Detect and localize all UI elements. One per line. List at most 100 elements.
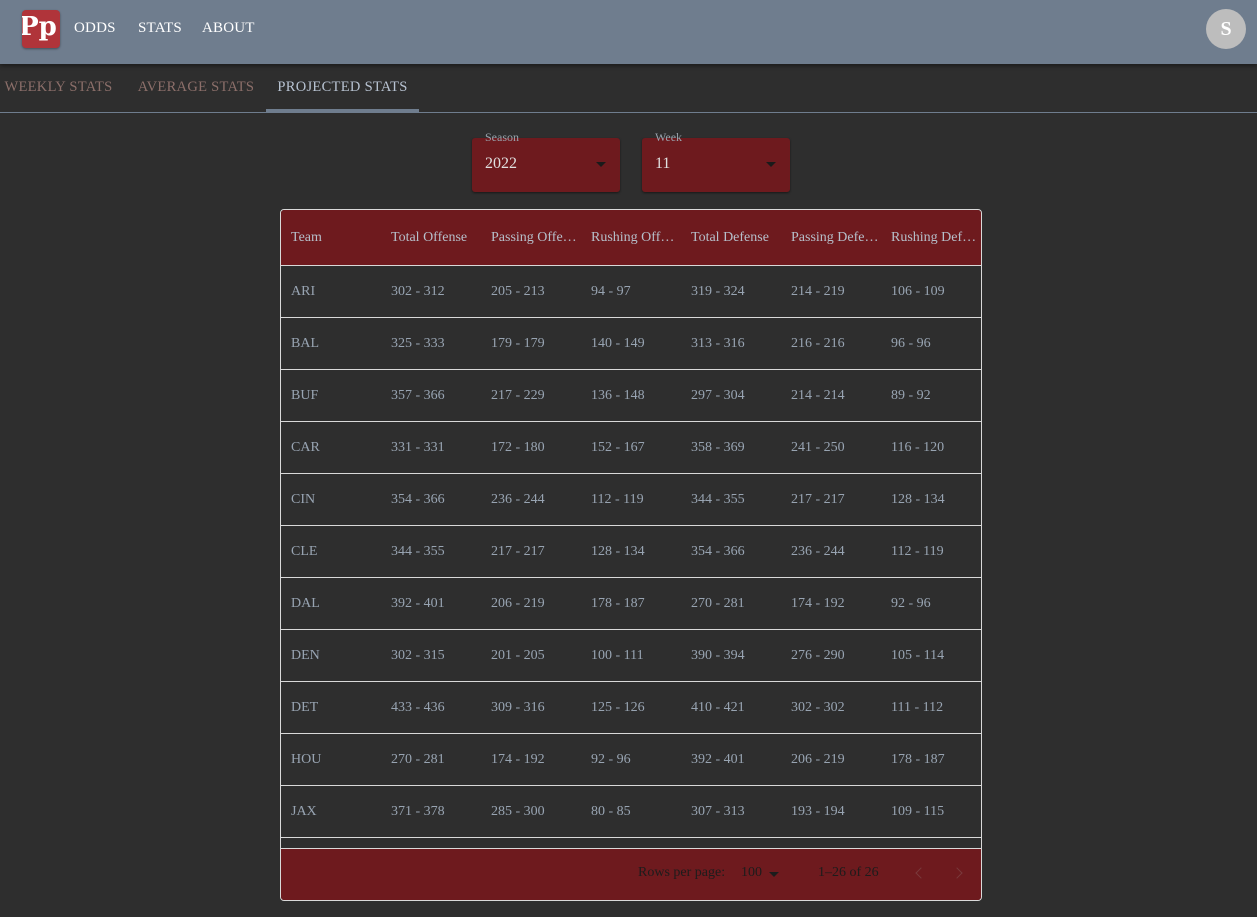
previous-page-button[interactable] bbox=[907, 861, 931, 885]
rows-per-page-select[interactable]: 100 bbox=[741, 865, 785, 885]
cell-rushing-offense: 152 - 167 bbox=[591, 440, 645, 455]
chevron-left-icon bbox=[915, 867, 927, 879]
cell-team: CIN bbox=[291, 492, 316, 507]
cell-total-offense: 371 - 378 bbox=[391, 804, 445, 819]
cell-rushing-offense: 92 - 96 bbox=[591, 752, 631, 767]
table-row[interactable]: CLE 344 - 355 217 - 217 128 - 134 354 - 366 2… bbox=[281, 526, 981, 578]
projected-stats-table: Team Total Offense Passing Offe… Rushing… bbox=[280, 209, 982, 901]
table-row[interactable]: JAX 371 - 378 285 - 300 80 - 85 307 - 313 193… bbox=[281, 786, 981, 838]
column-header-rushing-defense[interactable]: Rushing Def… bbox=[891, 210, 979, 266]
table-row[interactable]: BAL 325 - 333 179 - 179 140 - 149 313 - 316 2… bbox=[281, 318, 981, 370]
cell-rushing-defense: 116 - 120 bbox=[891, 440, 945, 455]
cell-passing-offense: 179 - 179 bbox=[491, 336, 545, 351]
season-label: Season bbox=[485, 130, 519, 144]
column-header-passing-offense[interactable]: Passing Offe… bbox=[491, 210, 579, 266]
cell-total-defense: 358 - 369 bbox=[691, 440, 745, 455]
table-row[interactable]: ARI 302 - 312 205 - 213 94 - 97 319 - 324 214… bbox=[281, 266, 981, 318]
tab-average-stats[interactable]: AVERAGE STATS bbox=[126, 64, 266, 112]
cell-passing-defense: 302 - 302 bbox=[791, 700, 845, 715]
cell-passing-defense: 214 - 219 bbox=[791, 284, 845, 299]
cell-team: HOU bbox=[291, 752, 322, 767]
cell-total-defense: 344 - 355 bbox=[691, 492, 745, 507]
cell-rushing-offense: 140 - 149 bbox=[591, 336, 645, 351]
cell-total-defense: 390 - 394 bbox=[691, 648, 745, 663]
column-header-passing-defense[interactable]: Passing Defe… bbox=[791, 210, 879, 266]
cell-total-offense: 270 - 281 bbox=[391, 752, 445, 767]
table-row[interactable]: DEN 302 - 315 201 - 205 100 - 111 390 - 394 2… bbox=[281, 630, 981, 682]
table-footer: Rows per page: 100 1–26 of 26 bbox=[281, 848, 981, 900]
cell-total-defense: 392 - 401 bbox=[691, 752, 745, 767]
table-row[interactable]: CIN 354 - 366 236 - 244 112 - 119 344 - 355 2… bbox=[281, 474, 981, 526]
cell-rushing-offense: 178 - 187 bbox=[591, 596, 645, 611]
week-select[interactable]: Week 11 bbox=[642, 130, 790, 192]
table-row[interactable]: CAR 331 - 331 172 - 180 152 - 167 358 - 369 2… bbox=[281, 422, 981, 474]
nav-stats[interactable]: STATS bbox=[138, 20, 182, 37]
cell-total-offense: 354 - 366 bbox=[391, 492, 445, 507]
cell-total-defense: 410 - 421 bbox=[691, 700, 745, 715]
tab-projected-stats[interactable]: PROJECTED STATS bbox=[266, 64, 419, 112]
cell-total-defense: 307 - 313 bbox=[691, 804, 745, 819]
cell-total-defense: 270 - 281 bbox=[691, 596, 745, 611]
nav-odds[interactable]: ODDS bbox=[74, 20, 116, 37]
cell-passing-offense: 217 - 229 bbox=[491, 388, 545, 403]
table-header: Team Total Offense Passing Offe… Rushing… bbox=[281, 210, 981, 266]
week-label: Week bbox=[655, 130, 683, 144]
cell-total-defense: 297 - 304 bbox=[691, 388, 745, 403]
rows-per-page-label: Rows per page: bbox=[638, 865, 726, 880]
column-header-total-defense[interactable]: Total Defense bbox=[691, 210, 779, 266]
week-value: 11 bbox=[655, 155, 671, 172]
chevron-right-icon bbox=[951, 867, 963, 879]
cell-team: CAR bbox=[291, 440, 320, 455]
stats-tabs: WEEKLY STATS AVERAGE STATS PROJECTED STA… bbox=[0, 64, 1257, 113]
column-header-rushing-offense[interactable]: Rushing Offe… bbox=[591, 210, 679, 266]
cell-passing-offense: 201 - 205 bbox=[491, 648, 545, 663]
cell-rushing-offense: 112 - 119 bbox=[591, 492, 644, 507]
cell-rushing-defense: 128 - 134 bbox=[891, 492, 945, 507]
cell-total-defense: 354 - 366 bbox=[691, 544, 745, 559]
column-header-team[interactable]: Team bbox=[291, 210, 379, 266]
cell-passing-defense: 241 - 250 bbox=[791, 440, 845, 455]
app-bar: Pp ODDS STATS ABOUT S bbox=[0, 0, 1257, 64]
cell-total-defense: 313 - 316 bbox=[691, 336, 745, 351]
cell-rushing-offense: 136 - 148 bbox=[591, 388, 645, 403]
caret-down-icon bbox=[766, 162, 776, 167]
cell-rushing-defense: 106 - 109 bbox=[891, 284, 945, 299]
table-body[interactable]: ARI 302 - 312 205 - 213 94 - 97 319 - 324 214… bbox=[281, 266, 981, 848]
cell-team: BUF bbox=[291, 388, 319, 403]
cell-passing-offense: 236 - 244 bbox=[491, 492, 545, 507]
cell-passing-defense: 214 - 214 bbox=[791, 388, 845, 403]
cell-rushing-defense: 112 - 119 bbox=[891, 544, 944, 559]
cell-team: JAX bbox=[291, 804, 317, 819]
season-select[interactable]: Season 2022 bbox=[472, 130, 620, 192]
cell-total-offense: 302 - 312 bbox=[391, 284, 445, 299]
table-row[interactable]: BUF 357 - 366 217 - 229 136 - 148 297 - 304 2… bbox=[281, 370, 981, 422]
table-row[interactable]: DAL 392 - 401 206 - 219 178 - 187 270 - 281 1… bbox=[281, 578, 981, 630]
table-row[interactable]: DET 433 - 436 309 - 316 125 - 126 410 - 421 3… bbox=[281, 682, 981, 734]
cell-total-offense: 433 - 436 bbox=[391, 700, 445, 715]
user-avatar[interactable]: S bbox=[1206, 9, 1246, 49]
cell-rushing-defense: 96 - 96 bbox=[891, 336, 931, 351]
cell-passing-defense: 217 - 217 bbox=[791, 492, 845, 507]
pagination-range: 1–26 of 26 bbox=[818, 865, 879, 880]
cell-passing-offense: 217 - 217 bbox=[491, 544, 545, 559]
caret-down-icon bbox=[596, 162, 606, 167]
tab-weekly-stats[interactable]: WEEKLY STATS bbox=[0, 64, 117, 112]
app-logo[interactable]: Pp bbox=[22, 10, 60, 48]
cell-rushing-defense: 89 - 92 bbox=[891, 388, 931, 403]
cell-passing-defense: 174 - 192 bbox=[791, 596, 845, 611]
cell-total-offense: 392 - 401 bbox=[391, 596, 445, 611]
cell-passing-offense: 309 - 316 bbox=[491, 700, 545, 715]
caret-down-icon bbox=[769, 872, 779, 877]
column-header-total-offense[interactable]: Total Offense bbox=[391, 210, 479, 266]
cell-passing-defense: 216 - 216 bbox=[791, 336, 845, 351]
cell-rushing-offense: 94 - 97 bbox=[591, 284, 631, 299]
cell-total-offense: 302 - 315 bbox=[391, 648, 445, 663]
table-row[interactable]: HOU 270 - 281 174 - 192 92 - 96 392 - 401 206… bbox=[281, 734, 981, 786]
footer-divider bbox=[281, 848, 981, 849]
nav-about[interactable]: ABOUT bbox=[202, 20, 255, 37]
cell-rushing-offense: 125 - 126 bbox=[591, 700, 645, 715]
next-page-button[interactable] bbox=[947, 861, 971, 885]
cell-team: CLE bbox=[291, 544, 318, 559]
cell-passing-offense: 174 - 192 bbox=[491, 752, 545, 767]
cell-total-offense: 325 - 333 bbox=[391, 336, 445, 351]
